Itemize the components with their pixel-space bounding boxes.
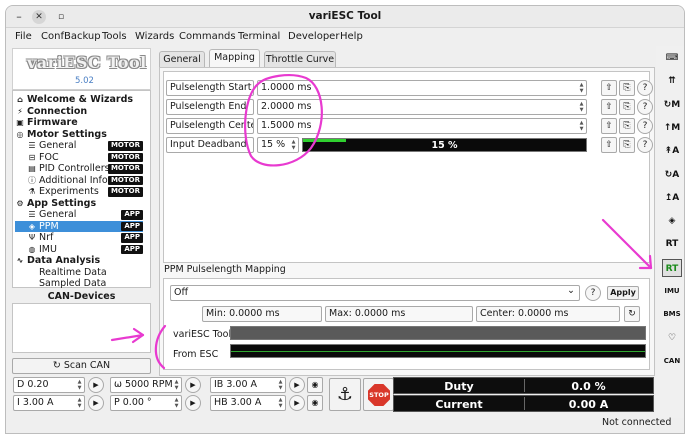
circle-annotation-params (244, 74, 323, 167)
arrow-annotation-toolbar (601, 218, 653, 270)
app-window: ✕ – ▫ variESC Tool File ConfBackup Tools… (5, 5, 685, 434)
pink-annotations (110, 74, 653, 370)
bracket-annotation-mapping (154, 324, 167, 370)
